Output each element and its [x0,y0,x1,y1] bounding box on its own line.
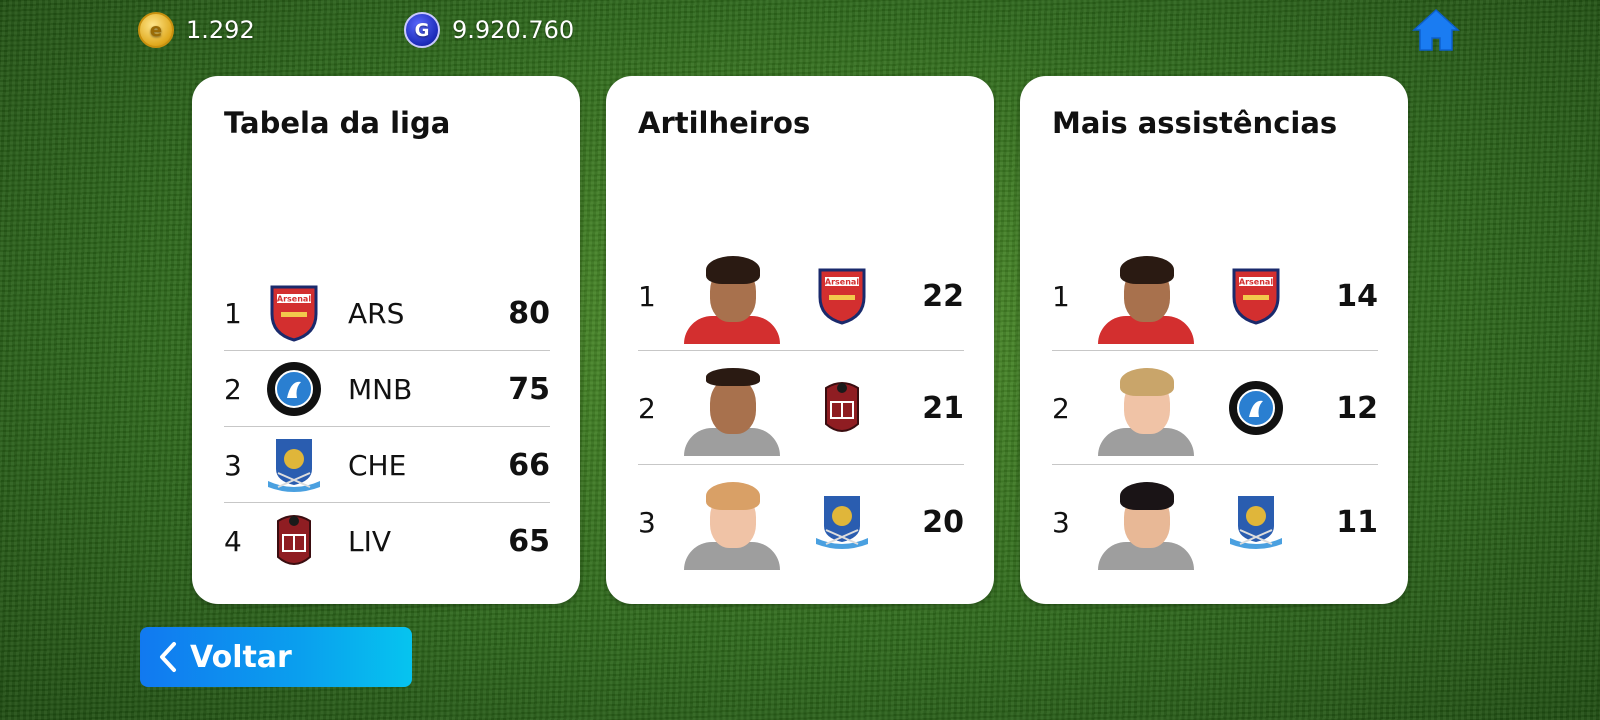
e-coin-icon: e [138,12,174,48]
league-table-title: Tabela da liga [224,106,451,140]
edc-crest-icon [264,511,324,571]
league-table-card[interactable]: Tabela da liga 1 Arsenal ARS 80 2 MNB 75… [192,76,580,604]
chevron-left-icon [160,642,176,672]
gp-value: 9.920.760 [452,16,575,44]
arsenal-crest-icon: Arsenal [1226,266,1286,326]
mab-crest-icon [1226,378,1286,438]
rank: 1 [1052,279,1070,313]
svg-text:Arsenal: Arsenal [277,295,311,304]
list-item[interactable]: 2 12 [1052,352,1378,465]
top-scorers-title: Artilheiros [638,106,811,140]
player-portrait [684,474,780,570]
table-row[interactable]: 1 Arsenal ARS 80 [224,276,550,351]
ecoin-balance: e 1.292 [138,12,255,48]
player-portrait [1098,360,1194,456]
arsenal-crest-icon: Arsenal [812,266,872,326]
club-abbr: CHE [348,448,407,482]
edc-crest-icon [812,378,872,438]
list-item[interactable]: 1 Arsenal 14 [1052,242,1378,351]
home-button[interactable] [1412,8,1460,52]
bulldog-crest-icon [1226,492,1286,552]
club-abbr: MNB [348,372,413,406]
list-item[interactable]: 2 21 [638,352,964,465]
top-scorers-card[interactable]: Artilheiros 1 Arsenal 22 2 21 3 20 [606,76,994,604]
bulldog-crest-icon [264,435,324,495]
top-assists-card[interactable]: Mais assistências 1 Arsenal 14 2 12 3 11 [1020,76,1408,604]
club-abbr: ARS [348,296,405,330]
player-portrait [684,248,780,344]
points: 75 [508,371,550,407]
rank: 1 [224,296,242,330]
rank: 3 [224,448,242,482]
points: 80 [508,295,550,331]
rank: 3 [1052,505,1070,539]
assists: 12 [1336,390,1378,426]
points: 66 [508,447,550,483]
points: 65 [508,523,550,559]
table-row[interactable]: 4 LIV 65 [224,504,550,578]
back-button-label: Voltar [190,639,292,675]
list-item[interactable]: 3 11 [1052,466,1378,578]
bulldog-crest-icon [812,492,872,552]
player-portrait [1098,474,1194,570]
svg-text:Arsenal: Arsenal [1239,278,1273,287]
list-item[interactable]: 1 Arsenal 22 [638,242,964,351]
rank: 2 [638,391,656,425]
gp-balance: G 9.920.760 [404,12,574,48]
goals: 22 [922,278,964,314]
rank: 3 [638,505,656,539]
list-item[interactable]: 3 20 [638,466,964,578]
ecoin-value: 1.292 [186,16,255,44]
gp-coin-icon: G [404,12,440,48]
mab-crest-icon [264,359,324,419]
back-button[interactable]: Voltar [140,627,412,687]
top-assists-title: Mais assistências [1052,106,1338,140]
player-portrait [684,360,780,456]
goals: 20 [922,504,964,540]
goals: 21 [922,390,964,426]
rank: 2 [1052,391,1070,425]
rank: 2 [224,372,242,406]
rank: 4 [224,524,242,558]
club-abbr: LIV [348,524,392,558]
assists: 11 [1336,504,1378,540]
player-portrait [1098,248,1194,344]
home-icon [1412,8,1460,51]
table-row[interactable]: 3 CHE 66 [224,428,550,503]
assists: 14 [1336,278,1378,314]
table-row[interactable]: 2 MNB 75 [224,352,550,427]
rank: 1 [638,279,656,313]
svg-text:Arsenal: Arsenal [825,278,859,287]
arsenal-crest-icon: Arsenal [264,283,324,343]
